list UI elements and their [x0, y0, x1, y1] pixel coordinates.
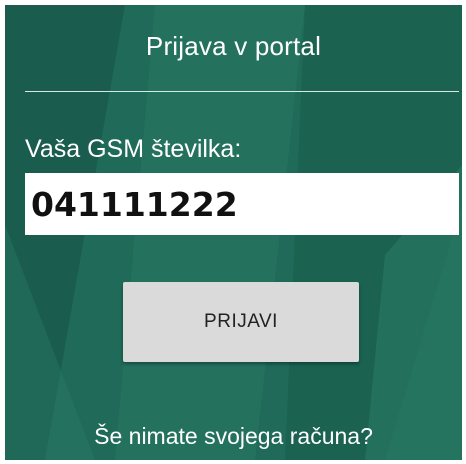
title-divider: [25, 91, 459, 92]
login-screen: Prijava v portal Vaša GSM številka: PRIJ…: [5, 5, 462, 460]
page-title: Prijava v portal: [145, 31, 322, 61]
phone-number-input[interactable]: [25, 173, 459, 235]
login-button[interactable]: PRIJAVI: [123, 282, 359, 362]
phone-number-label: Vaša GSM številka:: [25, 135, 242, 163]
signup-link[interactable]: Še nimate svojega računa?: [5, 423, 462, 450]
